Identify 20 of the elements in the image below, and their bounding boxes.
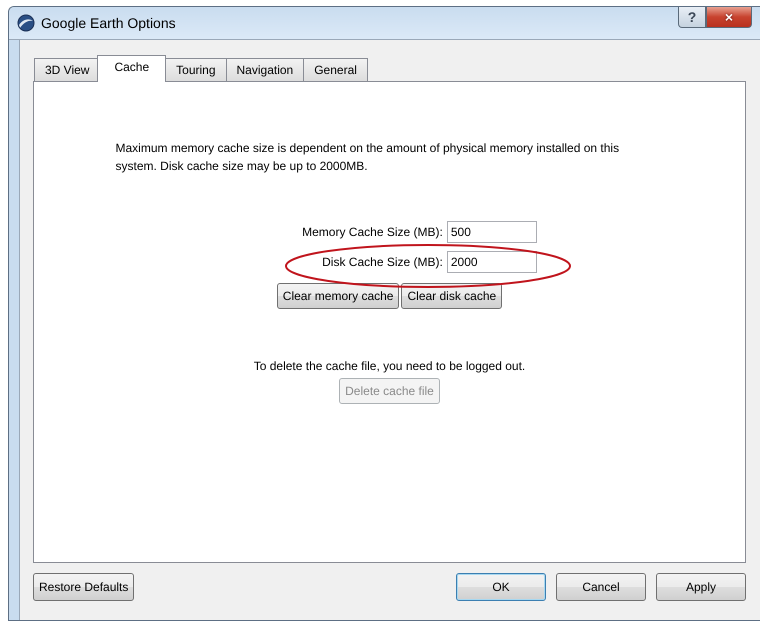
close-button[interactable]: × <box>706 7 752 28</box>
tab[interactable]: Navigation <box>226 58 304 81</box>
delete-note: To delete the cache file, you need to be logged out. <box>254 359 526 373</box>
tab[interactable]: Cache <box>97 55 166 82</box>
tab[interactable]: Touring <box>165 58 227 81</box>
text-field[interactable]: 2000 <box>446 251 537 273</box>
field-label: Disk Cache Size (MB): <box>321 255 443 269</box>
restore-defaults-button[interactable]: Restore Defaults <box>33 573 134 601</box>
dialog-button[interactable]: Apply <box>656 573 746 601</box>
clear-cache-button[interactable]: Clear disk cache <box>401 283 502 309</box>
dialog-button[interactable]: OK <box>456 573 546 601</box>
tab[interactable]: General <box>303 58 368 81</box>
text-field[interactable]: 500 <box>446 221 537 243</box>
window-title: Google Earth Options <box>41 15 176 31</box>
info-text: Maximum memory cache size is dependent on the amount of physical memory installed on this system. Disk cache size may be up to 2000MB. <box>116 140 620 175</box>
field-label: Memory Cache Size (MB): <box>302 225 443 239</box>
globe-icon <box>17 14 35 32</box>
help-button[interactable]: ? <box>678 7 706 28</box>
dialog-button[interactable]: Cancel <box>556 573 646 601</box>
clear-cache-button[interactable]: Clear memory cache <box>276 283 400 309</box>
